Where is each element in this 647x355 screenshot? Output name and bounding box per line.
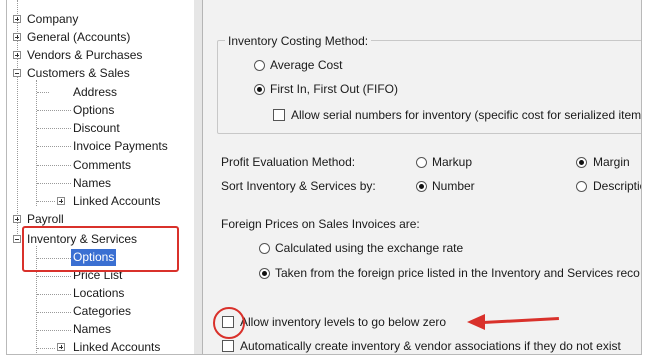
tree-item-customers-address[interactable]: Address xyxy=(7,84,187,101)
tree-item-company[interactable]: Company xyxy=(7,11,187,28)
tree-item-comments[interactable]: Comments xyxy=(7,157,187,174)
callout-arrow-line xyxy=(482,317,559,324)
tree-item-label: Categories xyxy=(73,304,132,318)
expand-icon[interactable] xyxy=(57,343,65,351)
tree-item-inventory-names[interactable]: Names xyxy=(7,321,187,338)
expand-icon[interactable] xyxy=(13,15,21,23)
tree-item-label: Discount xyxy=(73,121,120,135)
tree-scrollbar[interactable] xyxy=(194,0,203,354)
taken-foreign-price-radio[interactable] xyxy=(259,268,270,279)
tree-item-label: Names xyxy=(73,176,112,190)
serial-numbers-label: Allow serial numbers for inventory (spec… xyxy=(291,108,641,122)
tree-item-customers-linked-accounts[interactable]: Linked Accounts xyxy=(7,193,187,210)
highlight-circle xyxy=(213,307,245,339)
average-cost-radio[interactable] xyxy=(254,60,265,71)
tree-item-label: Customers & Sales xyxy=(27,66,130,80)
tree-item-customers-sales[interactable]: Customers & Sales xyxy=(7,65,187,82)
margin-label: Margin xyxy=(593,155,630,169)
markup-label: Markup xyxy=(432,155,473,169)
auto-create-associations-checkbox[interactable] xyxy=(222,340,234,352)
tree-item-customers-options[interactable]: Options xyxy=(7,102,187,119)
tree-item-general-accounts[interactable]: General (Accounts) xyxy=(7,29,187,46)
expand-icon[interactable] xyxy=(13,33,21,41)
tree-item-label: General (Accounts) xyxy=(27,30,131,44)
tree-item-customers-names[interactable]: Names xyxy=(7,175,187,192)
tree-item-vendors-purchases[interactable]: Vendors & Purchases xyxy=(7,47,187,64)
expand-icon[interactable] xyxy=(13,215,21,223)
tree-item-label: Options xyxy=(73,103,115,117)
tree-item-label: Invoice Payments xyxy=(73,139,168,153)
collapse-icon[interactable] xyxy=(13,235,21,243)
expand-icon[interactable] xyxy=(57,197,65,205)
sort-number-radio[interactable] xyxy=(416,181,427,192)
margin-radio[interactable] xyxy=(576,157,587,168)
highlight-box xyxy=(22,226,179,272)
tree-item-label: Vendors & Purchases xyxy=(27,48,143,62)
settings-tree: Company General (Accounts) Vendors & Pur… xyxy=(7,0,196,354)
auto-create-associations-label: Automatically create inventory & vendor … xyxy=(240,339,621,353)
tree-item-customers-discount[interactable]: Discount xyxy=(7,120,187,137)
average-cost-label: Average Cost xyxy=(270,58,343,72)
sort-description-radio[interactable] xyxy=(576,181,587,192)
tree-item-label: Locations xyxy=(73,286,125,300)
allow-below-zero-label: Allow inventory levels to go below zero xyxy=(240,315,447,329)
markup-radio[interactable] xyxy=(416,157,427,168)
calculated-exchange-label: Calculated using the exchange rate xyxy=(275,241,464,255)
costing-method-label: Inventory Costing Method: xyxy=(225,34,372,48)
tree-item-label: Company xyxy=(27,12,79,26)
expand-icon[interactable] xyxy=(13,51,21,59)
calculated-exchange-radio[interactable] xyxy=(259,243,270,254)
serial-numbers-checkbox[interactable] xyxy=(273,109,285,121)
tree-item-label: Address xyxy=(73,85,118,99)
taken-foreign-price-label: Taken from the foreign price listed in t… xyxy=(275,266,640,280)
collapse-icon[interactable] xyxy=(13,69,21,77)
tree-item-label: Comments xyxy=(73,158,132,172)
sort-number-label: Number xyxy=(432,179,475,193)
tree-item-label: Linked Accounts xyxy=(73,340,161,354)
fifo-radio[interactable] xyxy=(254,84,265,95)
profit-method-label: Profit Evaluation Method: xyxy=(221,155,356,169)
sort-by-label: Sort Inventory & Services by: xyxy=(221,179,376,193)
sort-description-label: Descriptio xyxy=(593,179,641,193)
tree-item-label: Linked Accounts xyxy=(73,194,161,208)
tree-item-invoice-payments[interactable]: Invoice Payments xyxy=(7,138,187,155)
options-panel: Inventory Costing Method: Average Cost F… xyxy=(203,0,641,354)
tree-item-inventory-linked-accounts[interactable]: Linked Accounts xyxy=(7,339,187,354)
tree-item-categories[interactable]: Categories xyxy=(7,303,187,320)
foreign-prices-label: Foreign Prices on Sales Invoices are: xyxy=(221,217,420,231)
tree-item-locations[interactable]: Locations xyxy=(7,285,187,302)
tree-item-label: Names xyxy=(73,322,112,336)
settings-window: Company General (Accounts) Vendors & Pur… xyxy=(6,0,642,355)
fifo-label: First In, First Out (FIFO) xyxy=(270,82,398,96)
